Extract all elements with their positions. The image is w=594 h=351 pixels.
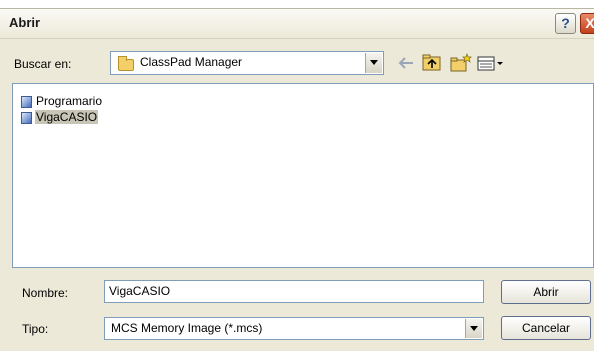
look-in-combobox[interactable]: ClassPad Manager	[110, 51, 384, 75]
file-type-value: MCS Memory Image (*.mcs)	[111, 321, 263, 335]
cancel-button[interactable]: Cancelar	[501, 316, 591, 340]
back-arrow-icon[interactable]	[396, 53, 416, 73]
file-name: Programario	[36, 94, 103, 108]
file-name-label: Nombre:	[22, 286, 69, 300]
file-type-label: Tipo:	[22, 322, 49, 336]
up-folder-icon[interactable]	[421, 53, 443, 73]
look-in-label: Buscar en:	[14, 57, 72, 71]
list-item[interactable]: VigaCASIO	[21, 110, 99, 125]
close-button[interactable]: X	[580, 13, 594, 34]
title-bar: Abrir ? X	[0, 9, 594, 39]
file-icon	[21, 111, 32, 124]
file-type-select[interactable]: MCS Memory Image (*.mcs)	[104, 317, 484, 340]
file-name-value: VigaCASIO	[109, 284, 171, 298]
view-menu-icon[interactable]	[476, 53, 506, 73]
open-button[interactable]: Abrir	[501, 280, 591, 304]
file-icon	[21, 95, 32, 108]
file-list[interactable]: Programario VigaCASIO	[12, 83, 594, 268]
open-file-dialog: Abrir ? X Buscar en: ClassPad Manager Pr…	[0, 8, 594, 351]
look-in-value: ClassPad Manager	[140, 55, 243, 69]
new-folder-icon[interactable]	[449, 53, 473, 73]
chevron-down-icon[interactable]	[465, 319, 482, 338]
folder-icon	[118, 56, 134, 71]
help-button[interactable]: ?	[555, 13, 576, 34]
chevron-down-icon[interactable]	[365, 53, 382, 73]
background-text-fragment: ‾‾‾‾ ‾ ‾ ‾‾‾ ‾ ‾ ‾ ‾‾ ‾‾ ‾ ‾ ‾‾	[2, 0, 169, 7]
file-name-input[interactable]: VigaCASIO	[104, 280, 484, 303]
list-item[interactable]: Programario	[21, 94, 103, 109]
dialog-title: Abrir	[9, 15, 41, 30]
file-name: VigaCASIO	[35, 110, 99, 124]
